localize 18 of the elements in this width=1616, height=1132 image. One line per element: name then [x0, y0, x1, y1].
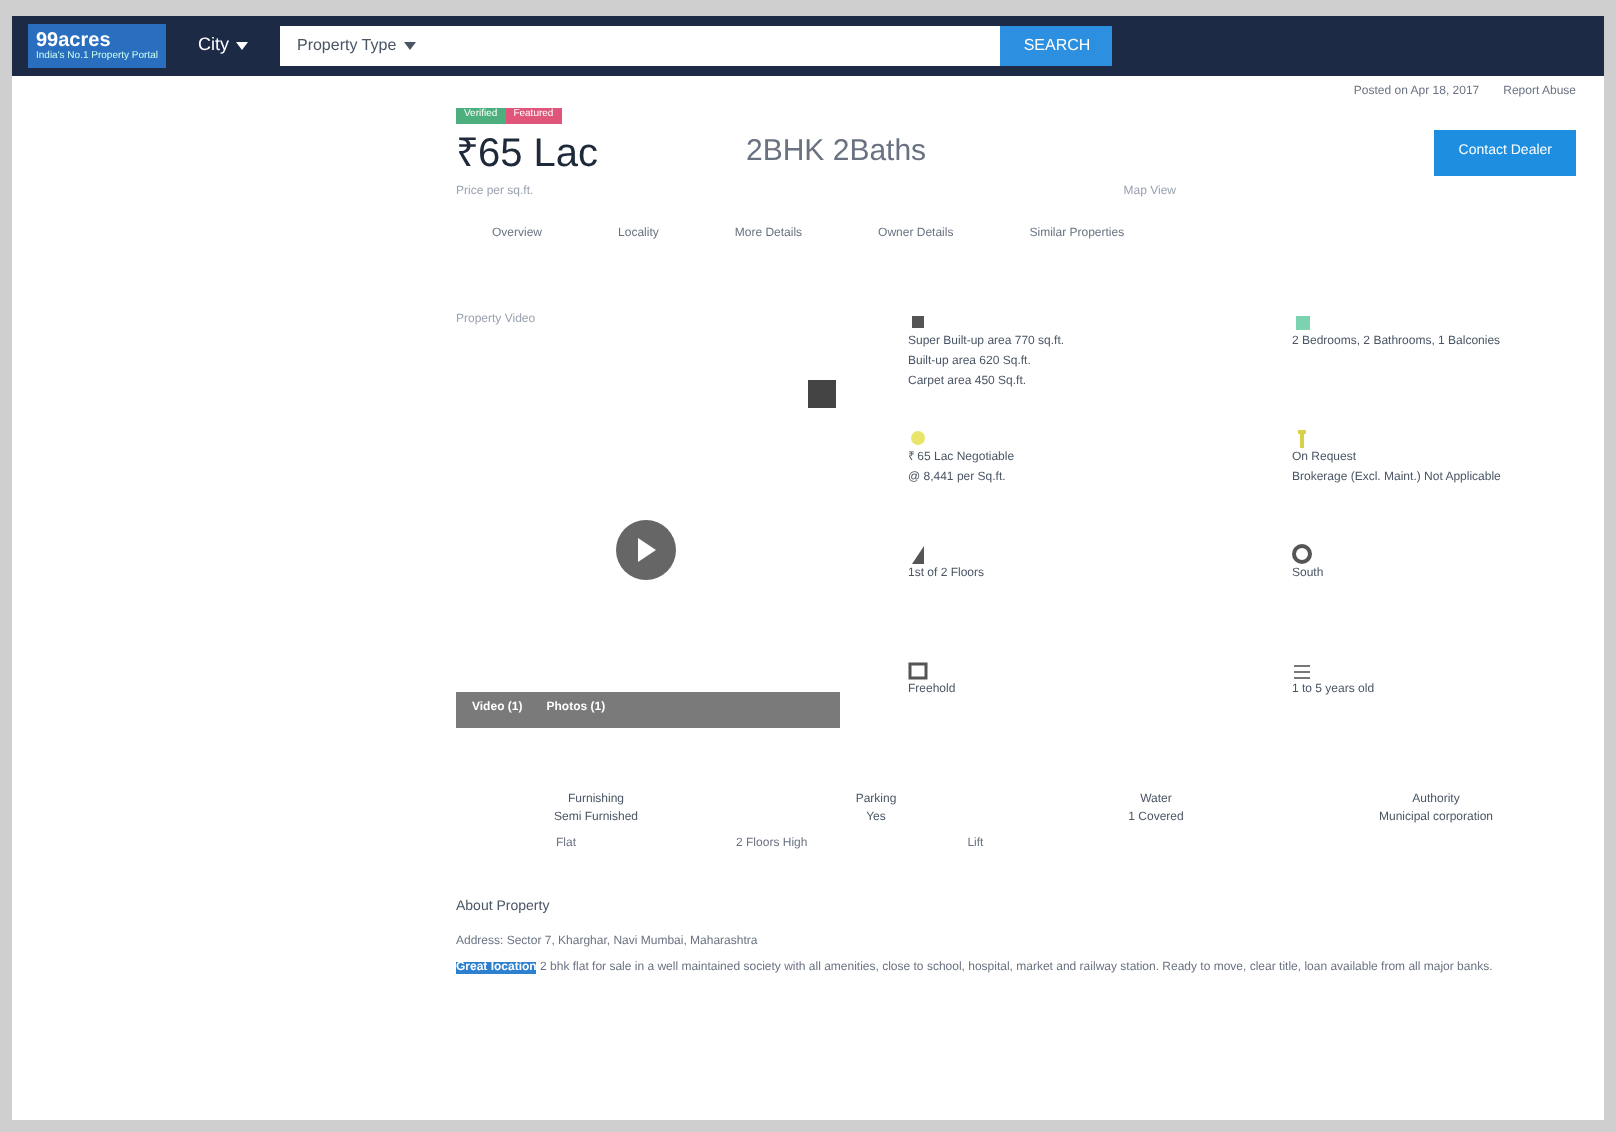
lines-icon [1292, 659, 1312, 679]
key-icon [1292, 427, 1312, 447]
ring-icon [1292, 543, 1312, 563]
search-button[interactable]: SEARCH [1000, 26, 1113, 66]
caret-icon [236, 41, 249, 50]
property-type-field[interactable]: Property Type [280, 26, 1001, 66]
price: ₹65 Lac [456, 129, 601, 179]
play-button[interactable] [616, 519, 676, 579]
triangle-icon [908, 543, 928, 563]
configuration: 2BHK 2Baths [746, 132, 929, 173]
caret-icon [404, 42, 417, 50]
book-icon [908, 659, 928, 679]
gallery-icon[interactable] [808, 379, 836, 407]
play-icon [636, 537, 656, 561]
circle-icon [908, 427, 928, 447]
square-icon [1292, 311, 1312, 331]
square-icon [908, 311, 928, 331]
city-dropdown[interactable]: City [189, 32, 257, 60]
